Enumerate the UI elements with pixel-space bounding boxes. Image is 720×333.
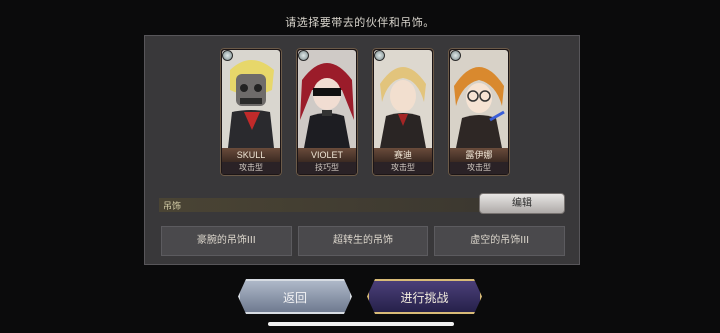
card-type: 攻击型 [222,162,280,174]
gem-icon [298,50,309,61]
party-cards: SKULL 攻击型 VIOLET 技巧型 赛迪 攻击型 露伊娜 攻击型 [220,48,510,196]
card-type: 攻击型 [450,162,508,174]
party-card-4[interactable]: 露伊娜 攻击型 [448,48,510,176]
instruction-text: 请选择要带去的伙伴和吊饰。 [285,16,435,29]
selection-panel: SKULL 攻击型 VIOLET 技巧型 赛迪 攻击型 露伊娜 攻击型 吊饰 编… [144,35,580,265]
card-name: 露伊娜 [450,148,508,162]
accessory-label: 吊饰 [163,202,182,212]
character-portrait [374,50,432,148]
party-card-3[interactable]: 赛迪 攻击型 [372,48,434,176]
character-portrait [450,50,508,148]
back-button[interactable]: 返回 [238,279,352,314]
accessory-header: 吊饰 [159,198,481,212]
card-type: 攻击型 [374,162,432,174]
card-name: VIOLET [298,148,356,162]
accessory-slots: 豪腕的吊饰III 超转生的吊饰 虚空的吊饰III [161,226,566,256]
party-card-2[interactable]: VIOLET 技巧型 [296,48,358,176]
character-portrait [222,50,280,148]
party-card-1[interactable]: SKULL 攻击型 [220,48,282,176]
gem-icon [450,50,461,61]
card-name: SKULL [222,148,280,162]
accessory-slot-2[interactable]: 超转生的吊饰 [297,226,429,256]
start-challenge-button[interactable]: 进行挑战 [367,279,482,314]
gem-icon [374,50,385,61]
character-portrait [298,50,356,148]
card-name: 赛迪 [374,148,432,162]
edit-button[interactable]: 编辑 [479,193,565,214]
accessory-slot-1[interactable]: 豪腕的吊饰III [161,226,292,256]
accessory-slot-3[interactable]: 虚空的吊饰III [434,226,566,256]
gem-icon [222,50,233,61]
card-type: 技巧型 [298,162,356,174]
home-indicator[interactable] [268,322,454,326]
